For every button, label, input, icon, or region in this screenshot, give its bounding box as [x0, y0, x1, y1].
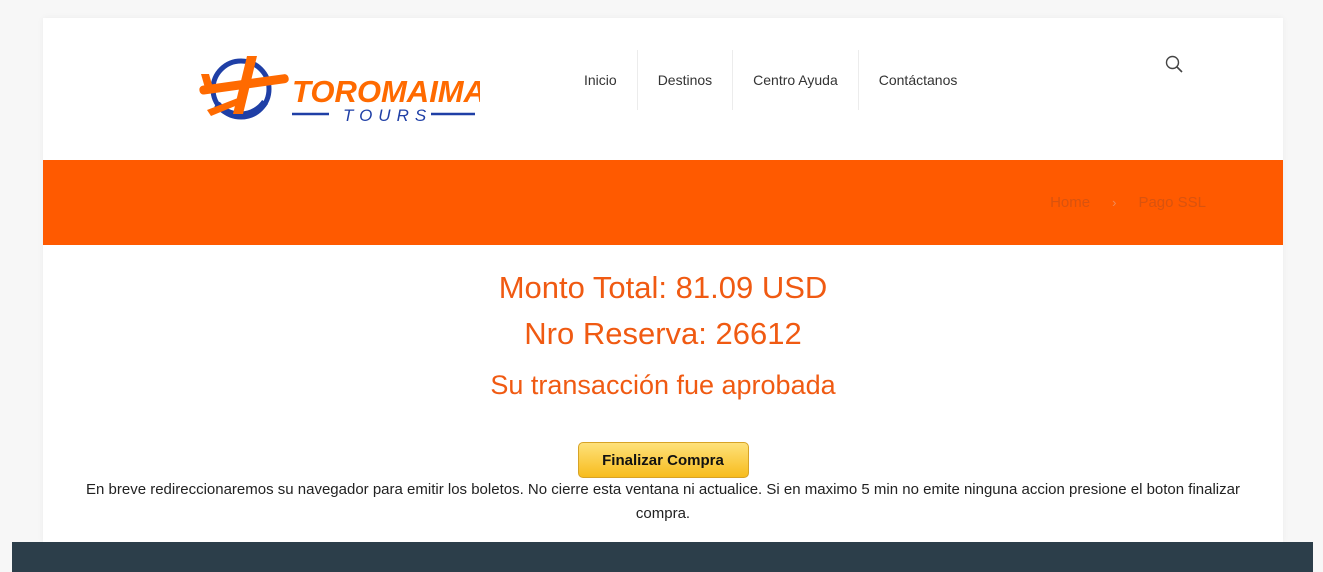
breadcrumb: Home › Pago SSL — [1050, 194, 1206, 211]
site-header: TOROMAIMA TOURS Inicio Destinos Centro A… — [43, 18, 1283, 160]
nav-item-destinos[interactable]: Destinos — [636, 50, 732, 110]
nav-item-inicio[interactable]: Inicio — [564, 50, 637, 110]
finalizar-compra-button[interactable]: Finalizar Compra — [577, 442, 749, 478]
transaction-status: Su transacción fue aprobada — [490, 370, 836, 400]
svg-text:TOROMAIMA: TOROMAIMA — [292, 74, 480, 109]
site-footer — [12, 542, 1313, 572]
page-title-banner: Home › Pago SSL — [43, 160, 1283, 245]
payment-result: Monto Total: 81.09 USD Nro Reserva: 2661… — [43, 245, 1283, 526]
search-icon[interactable] — [1164, 54, 1186, 76]
button-wrapper: Finalizar Compra — [43, 442, 1283, 478]
airplane-globe-icon: TOROMAIMA TOURS — [199, 56, 480, 125]
breadcrumb-current: Pago SSL — [1138, 194, 1206, 211]
redirect-notice: En breve redireccionaremos su navegador … — [86, 481, 1240, 522]
page-card: TOROMAIMA TOURS Inicio Destinos Centro A… — [43, 18, 1283, 542]
nav-item-contactanos[interactable]: Contáctanos — [857, 50, 978, 110]
main-nav: Inicio Destinos Centro Ayuda Contáctanos — [564, 50, 977, 110]
total-amount: Monto Total: 81.09 USD — [498, 270, 828, 305]
site-logo[interactable]: TOROMAIMA TOURS — [195, 52, 480, 127]
breadcrumb-home-link[interactable]: Home — [1050, 194, 1090, 211]
reservation-number: Nro Reserva: 26612 — [524, 316, 802, 351]
nav-item-centro-ayuda[interactable]: Centro Ayuda — [732, 50, 858, 110]
chevron-right-icon: › — [1112, 195, 1117, 210]
svg-text:TOURS: TOURS — [343, 106, 432, 125]
